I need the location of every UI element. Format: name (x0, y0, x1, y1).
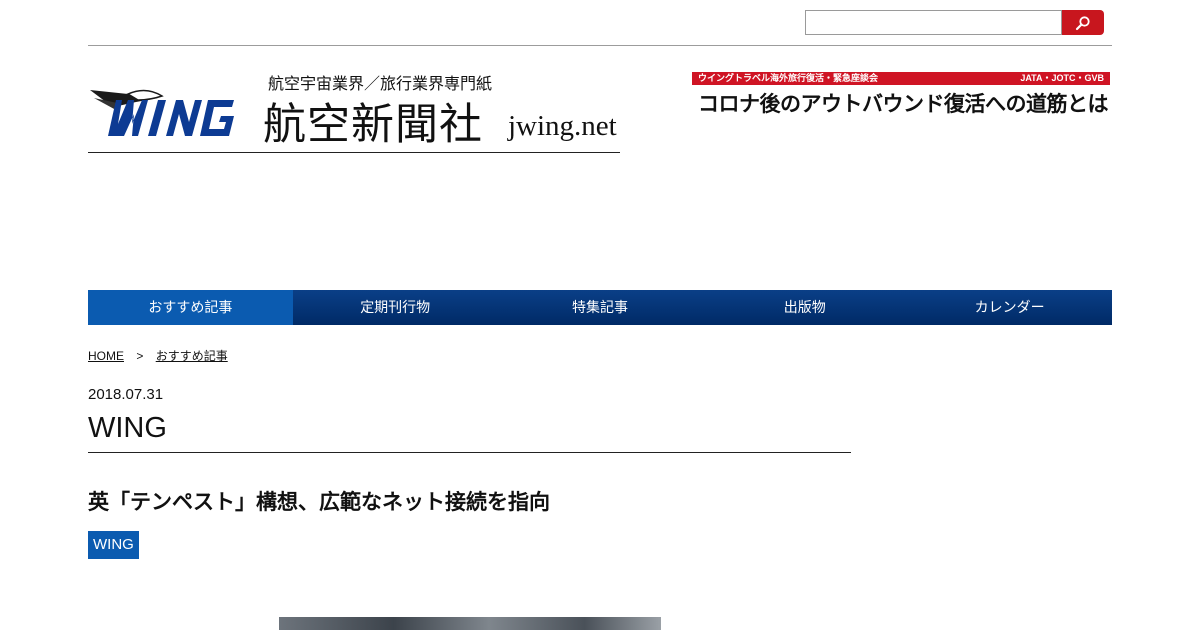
main-nav: おすすめ記事 定期刊行物 特集記事 出版物 カレンダー (88, 290, 1112, 325)
banner-top-right: JATA・JOTC・GVB (1020, 73, 1104, 83)
breadcrumb-home-link[interactable]: HOME (88, 349, 124, 363)
company-name: 航空新聞社 (263, 100, 483, 150)
banner-top-left: ウイングトラベル海外旅行復活・緊急座談会 (698, 73, 879, 83)
breadcrumb-separator: > (136, 349, 144, 363)
nav-item-periodicals[interactable]: 定期刊行物 (293, 290, 498, 325)
post-date: 2018.07.31 (88, 386, 164, 403)
nav-item-recommended[interactable]: おすすめ記事 (88, 290, 293, 325)
logo-underline (88, 152, 620, 153)
search-button[interactable] (1062, 10, 1104, 35)
banner-ad[interactable]: ウイングトラベル海外旅行復活・緊急座談会 JATA・JOTC・GVB コロナ後の… (692, 72, 1110, 120)
nav-item-features[interactable]: 特集記事 (498, 290, 703, 325)
wing-logo-icon (90, 89, 234, 136)
site-domain: jwing.net (508, 110, 617, 142)
search-bar (805, 10, 1104, 35)
banner-headline: コロナ後のアウトバウンド復活への道筋とは (698, 91, 1109, 116)
site-logo[interactable]: 航空宇宙業界／旅行業界専門紙 航空新聞社 jwing.net (88, 64, 620, 153)
search-input[interactable] (805, 10, 1062, 35)
article-image (279, 617, 661, 630)
category-heading: WING (88, 412, 167, 444)
header-divider (88, 45, 1112, 46)
article-title: 英「テンペスト」構想、広範なネット接続を指向 (88, 491, 550, 514)
nav-item-calendar[interactable]: カレンダー (907, 290, 1112, 325)
breadcrumb-current-link[interactable]: おすすめ記事 (156, 349, 228, 363)
category-divider (88, 452, 851, 453)
nav-item-publications[interactable]: 出版物 (702, 290, 907, 325)
category-tag-badge[interactable]: WING (88, 531, 139, 559)
magnifier-icon (1075, 15, 1090, 30)
breadcrumb: HOME > おすすめ記事 (88, 347, 228, 364)
banner-top-strip: ウイングトラベル海外旅行復活・緊急座談会 JATA・JOTC・GVB (692, 72, 1110, 85)
